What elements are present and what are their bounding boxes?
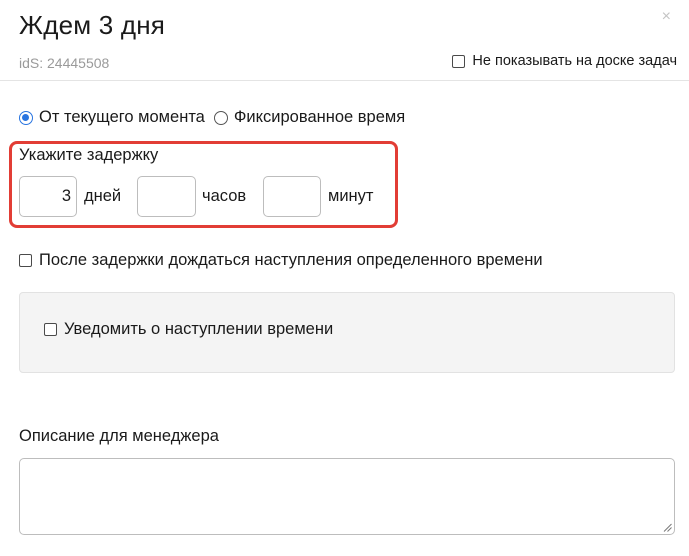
hide-from-board-label: Не показывать на доске задач — [472, 53, 677, 69]
delay-mode-group: От текущего момента Фиксированное время — [19, 108, 405, 127]
manager-description-textarea[interactable] — [19, 458, 675, 535]
modal-title: Ждем 3 дня — [19, 10, 166, 40]
header-divider — [0, 80, 689, 81]
minutes-unit-label: минут — [328, 187, 374, 205]
days-input[interactable]: 3 — [19, 176, 77, 217]
wait-specific-time-label: После задержки дождаться наступления опр… — [39, 251, 543, 269]
step-id-label: idS: 24445508 — [19, 55, 110, 71]
hours-unit-label: часов — [202, 187, 247, 205]
wait-specific-time-checkbox[interactable] — [19, 254, 32, 267]
close-icon[interactable]: × — [662, 9, 671, 25]
notify-time-toggle[interactable]: Уведомить о наступлении времени — [44, 320, 333, 339]
hide-from-board-checkbox[interactable] — [452, 54, 466, 68]
delay-label: Укажите задержку — [19, 146, 159, 164]
radio-label-fixed-time[interactable]: Фиксированное время — [234, 108, 405, 127]
wait-step-modal: Ждем 3 дня × idS: 24445508 Не показывать… — [0, 0, 689, 556]
hide-from-board-toggle[interactable]: Не показывать на доске задач — [452, 53, 677, 69]
radio-label-from-current-moment[interactable]: От текущего момента — [39, 108, 205, 127]
radio-from-current-moment[interactable] — [19, 110, 33, 125]
notify-time-checkbox[interactable] — [44, 323, 57, 336]
hours-input[interactable] — [137, 176, 196, 217]
resize-handle-icon[interactable] — [663, 523, 672, 532]
radio-fixed-time[interactable] — [213, 110, 228, 125]
notify-time-label: Уведомить о наступлении времени — [64, 320, 334, 338]
wait-specific-time-toggle[interactable]: После задержки дождаться наступления опр… — [19, 251, 543, 270]
days-unit-label: дней — [84, 187, 122, 205]
manager-description-label: Описание для менеджера — [19, 427, 219, 445]
minutes-input[interactable] — [263, 176, 321, 217]
